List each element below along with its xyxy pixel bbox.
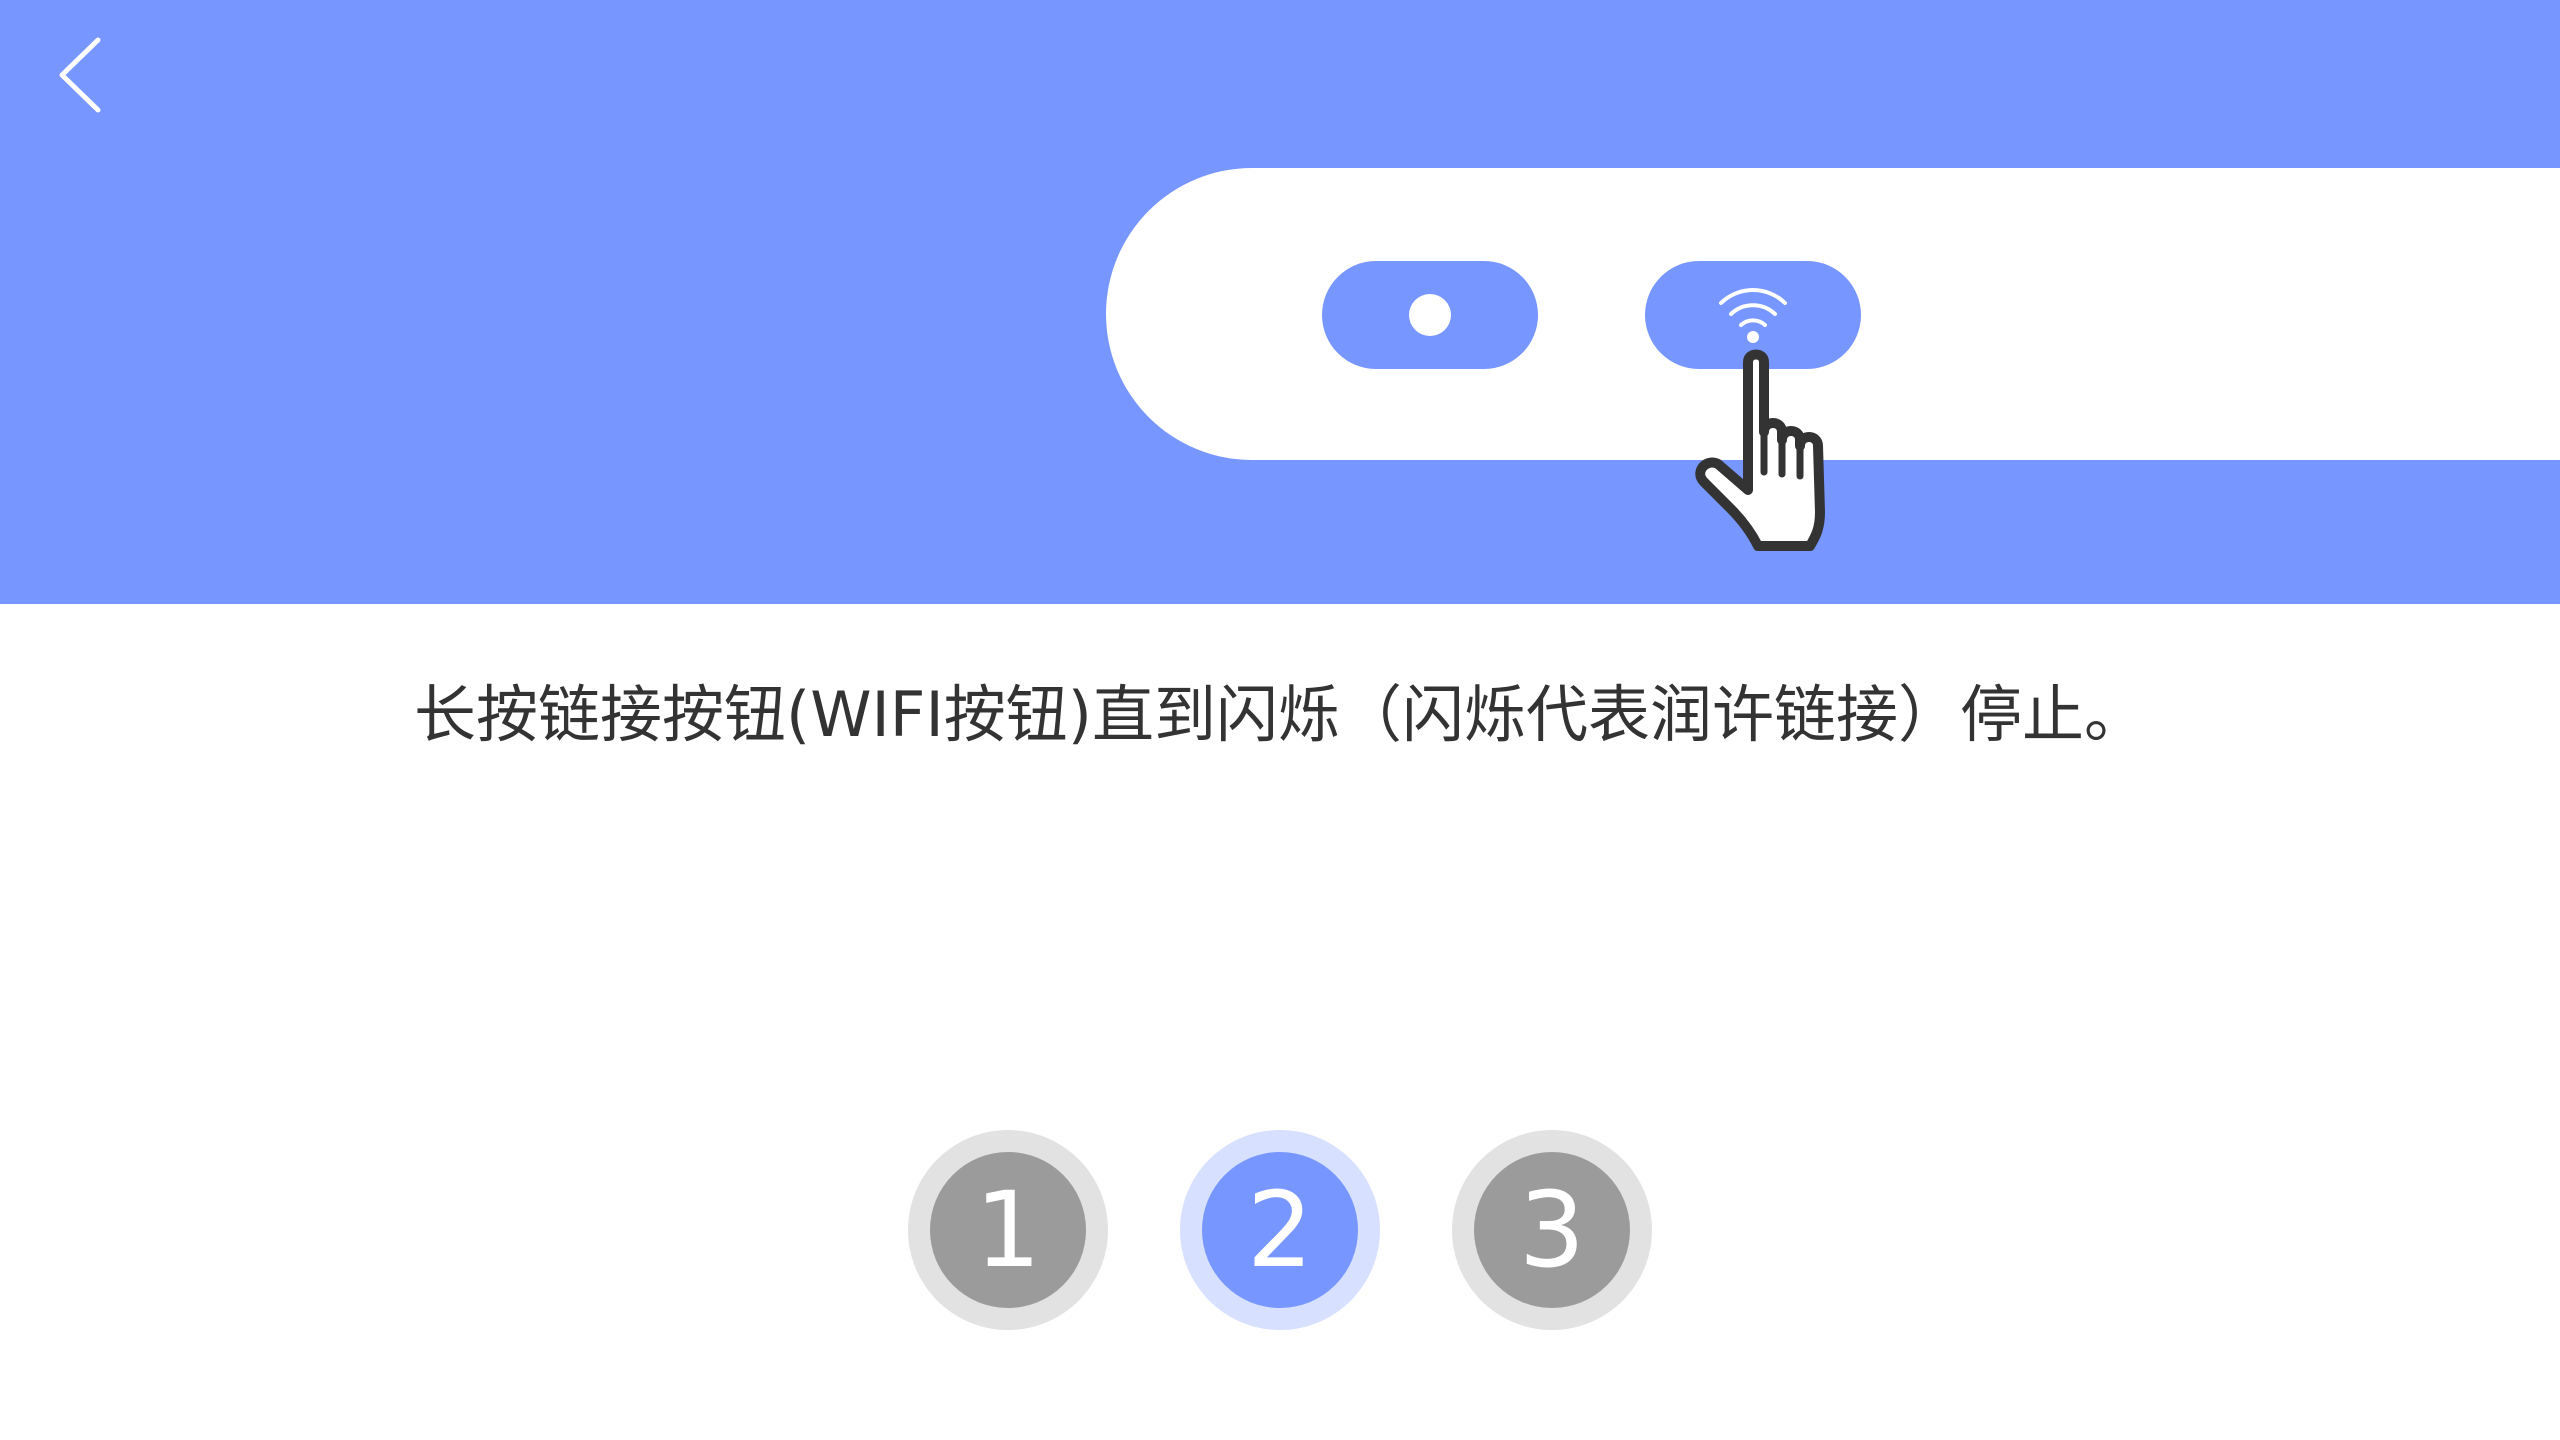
wifi-button[interactable] (1645, 261, 1861, 369)
power-button[interactable] (1322, 261, 1538, 369)
instruction-text: 长按链接按钮(WIFI按钮)直到闪烁（闪烁代表润许链接）停止。 (414, 678, 2146, 751)
wifi-icon (1719, 288, 1787, 343)
step-2-indicator[interactable]: 2 (1180, 1130, 1380, 1330)
step-3-label: 3 (1474, 1152, 1630, 1308)
step-2-label: 2 (1202, 1152, 1358, 1308)
step-1-label: 1 (930, 1152, 1086, 1308)
setup-guide-screen: 长按链接按钮(WIFI按钮)直到闪烁（闪烁代表润许链接）停止。 1 2 3 (0, 0, 2560, 1440)
step-indicator: 1 2 3 (0, 1130, 2560, 1330)
back-button[interactable] (20, 20, 130, 130)
dot-icon (1409, 294, 1451, 336)
hero-banner (0, 0, 2560, 604)
step-3-indicator[interactable]: 3 (1452, 1130, 1652, 1330)
step-1-indicator[interactable]: 1 (908, 1130, 1108, 1330)
chevron-left-icon (59, 37, 101, 113)
